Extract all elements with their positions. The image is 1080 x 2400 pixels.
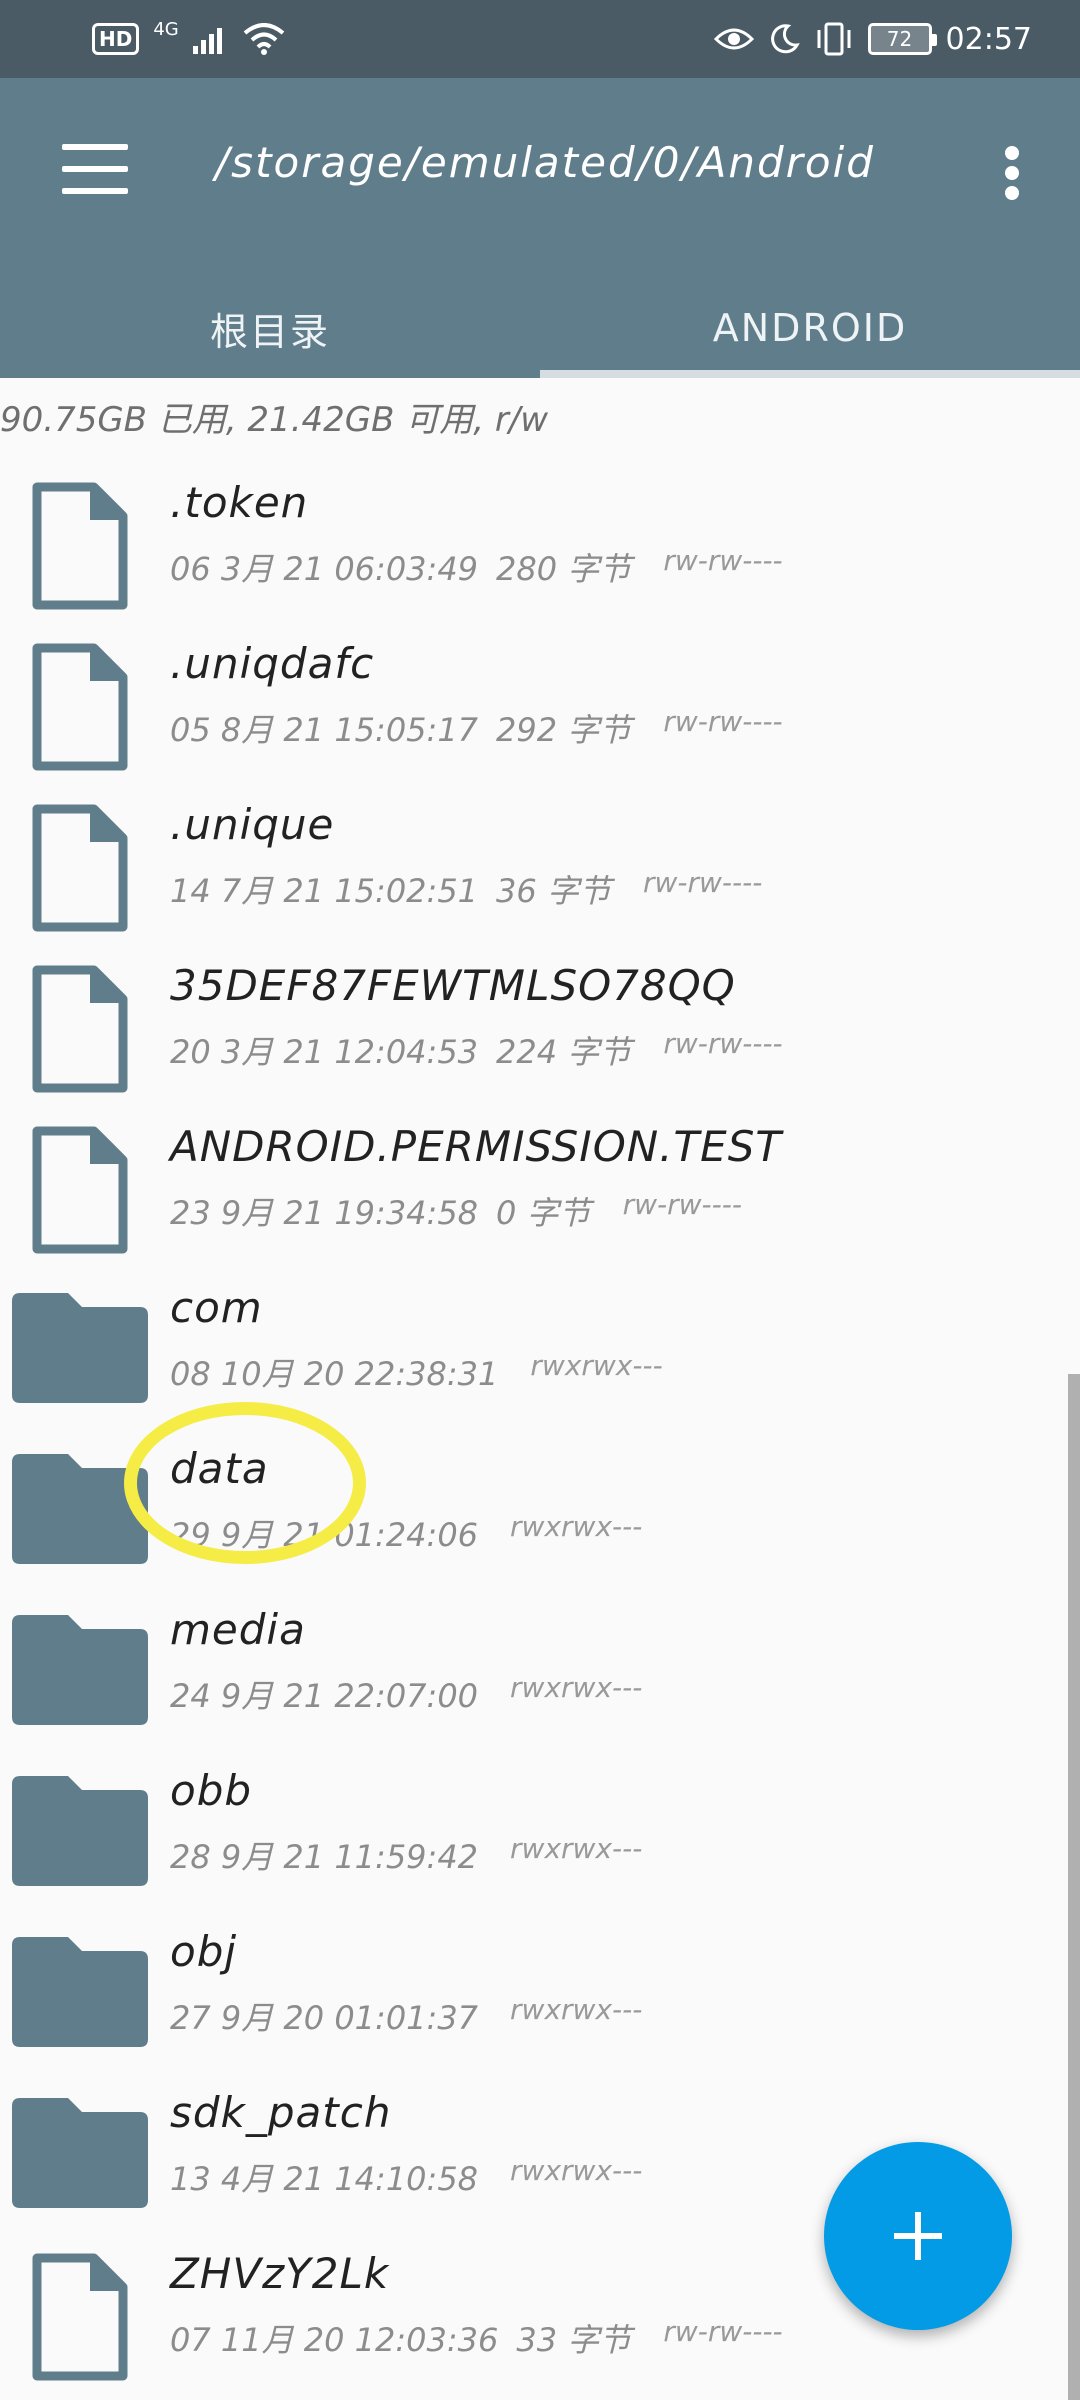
item-permissions: rw-rw----	[663, 544, 783, 577]
file-icon	[32, 2253, 128, 2381]
item-name: ANDROID.PERMISSION.TEST	[170, 1122, 783, 1171]
item-permissions: rwxrwx---	[510, 1671, 643, 1704]
file-list: .token 06 3月 21 06:03:49 280 字节 rw-rw---- .u…	[0, 460, 1080, 2392]
wifi-icon	[243, 23, 285, 55]
more-options-icon[interactable]	[1000, 146, 1024, 202]
file-row[interactable]: 35DEF87FEWTMLSO78QQ 20 3月 21 12:04:53 224 …	[0, 943, 1080, 1104]
item-size: 36 字节	[496, 872, 611, 910]
item-meta: 07 11月 20 12:03:36 33 字节 rw-rw----	[170, 2315, 783, 2361]
item-permissions: rw-rw----	[663, 1027, 783, 1060]
item-name: sdk_patch	[170, 2088, 392, 2137]
item-date: 29 9月 21 01:24:06	[170, 1516, 479, 1554]
item-name: 35DEF87FEWTMLSO78QQ	[170, 961, 736, 1010]
folder-row[interactable]: media 24 9月 21 22:07:00 rwxrwx---	[0, 1587, 1080, 1748]
item-name: .uniqdafc	[170, 639, 375, 688]
item-date: 07 11月 20 12:03:36	[170, 2321, 499, 2359]
moon-icon	[770, 24, 800, 54]
battery-icon: 72	[867, 23, 937, 55]
folder-row[interactable]: obb 28 9月 21 11:59:42 rwxrwx---	[0, 1748, 1080, 1909]
tab-bar: 根目录 ANDROID	[0, 278, 1080, 378]
item-date: 13 4月 21 14:10:58	[170, 2160, 479, 2198]
folder-icon	[12, 1454, 148, 1564]
item-name: data	[170, 1444, 269, 1493]
file-row[interactable]: ANDROID.PERMISSION.TEST 23 9月 21 19:34:58…	[0, 1104, 1080, 1265]
item-meta: 13 4月 21 14:10:58 rwxrwx---	[170, 2154, 642, 2200]
folder-icon	[12, 1776, 148, 1886]
app-bar: /storage/emulated/0/Android 根目录 ANDROID	[0, 78, 1080, 378]
item-meta: 05 8月 21 15:05:17 292 字节 rw-rw----	[170, 705, 783, 751]
tab-android[interactable]: ANDROID	[540, 278, 1080, 378]
item-permissions: rwxrwx---	[510, 1832, 643, 1865]
item-meta: 20 3月 21 12:04:53 224 字节 rw-rw----	[170, 1027, 783, 1073]
clock-text: 02:57	[945, 21, 1032, 57]
storage-info-text: 90.75GB 已用, 21.42GB 可用, r/w	[0, 400, 549, 440]
file-manager-screen: HD 4G 72 02:57 /storage/emulated/0/Andro…	[0, 0, 1080, 2400]
file-icon	[32, 482, 128, 610]
item-permissions: rw-rw----	[663, 2315, 783, 2348]
item-meta: 27 9月 20 01:01:37 rwxrwx---	[170, 1993, 642, 2039]
item-size: 33 字节	[516, 2321, 632, 2359]
file-icon	[32, 804, 128, 932]
item-permissions: rw-rw----	[663, 705, 783, 738]
file-row[interactable]: .unique 14 7月 21 15:02:51 36 字节 rw-rw----	[0, 782, 1080, 943]
file-icon	[32, 1126, 128, 1254]
folder-row[interactable]: com 08 10月 20 22:38:31 rwxrwx---	[0, 1265, 1080, 1426]
item-date: 23 9月 21 19:34:58	[170, 1194, 479, 1232]
item-date: 05 8月 21 15:05:17	[170, 711, 479, 749]
item-date: 06 3月 21 06:03:49	[170, 550, 479, 588]
folder-row[interactable]: obj 27 9月 20 01:01:37 rwxrwx---	[0, 1909, 1080, 2070]
item-name: obj	[170, 1927, 238, 1976]
file-icon	[32, 643, 128, 771]
item-meta: 28 9月 21 11:59:42 rwxrwx---	[170, 1832, 642, 1878]
scrollbar[interactable]	[1068, 1374, 1080, 2400]
folder-row[interactable]: data 29 9月 21 01:24:06 rwxrwx---	[0, 1426, 1080, 1587]
item-size: 0 字节	[496, 1194, 591, 1232]
item-date: 14 7月 21 15:02:51	[170, 872, 479, 910]
item-permissions: rwxrwx---	[530, 1349, 663, 1382]
item-name: .unique	[170, 800, 335, 849]
item-permissions: rw-rw----	[622, 1188, 742, 1221]
item-name: com	[170, 1283, 263, 1332]
item-date: 28 9月 21 11:59:42	[170, 1838, 479, 1876]
signal-icon	[192, 28, 222, 54]
item-permissions: rwxrwx---	[510, 1510, 643, 1543]
folder-icon	[12, 1937, 148, 2047]
item-name: .token	[170, 478, 309, 527]
item-permissions: rw-rw----	[642, 866, 763, 899]
file-row[interactable]: .token 06 3月 21 06:03:49 280 字节 rw-rw----	[0, 460, 1080, 621]
eye-comfort-icon	[713, 28, 754, 50]
network-type-label: 4G	[153, 18, 179, 40]
item-meta: 24 9月 21 22:07:00 rwxrwx---	[170, 1671, 642, 1717]
folder-icon	[12, 1615, 148, 1725]
item-meta: 14 7月 21 15:02:51 36 字节 rw-rw----	[170, 866, 762, 912]
item-meta: 08 10月 20 22:38:31 rwxrwx---	[170, 1349, 663, 1395]
item-name: ZHVzY2Lk	[170, 2249, 390, 2298]
vibrate-icon	[817, 22, 851, 56]
add-fab-button[interactable]	[824, 2142, 1012, 2330]
current-path-title: /storage/emulated/0/Android	[215, 138, 875, 187]
item-date: 08 10月 20 22:38:31	[170, 1355, 499, 1393]
item-permissions: rwxrwx---	[510, 2154, 643, 2187]
item-size: 280 字节	[496, 550, 632, 588]
tab-root[interactable]: 根目录	[0, 278, 540, 378]
menu-icon[interactable]	[62, 144, 128, 194]
item-meta: 29 9月 21 01:24:06 rwxrwx---	[170, 1510, 642, 1556]
item-permissions: rwxrwx---	[510, 1993, 643, 2026]
item-name: obb	[170, 1766, 253, 1815]
file-row[interactable]: .uniqdafc 05 8月 21 15:05:17 292 字节 rw-rw---…	[0, 621, 1080, 782]
file-icon	[32, 965, 128, 1093]
item-name: media	[170, 1605, 306, 1654]
item-date: 20 3月 21 12:04:53	[170, 1033, 479, 1071]
folder-icon	[12, 2098, 148, 2208]
folder-icon	[12, 1293, 148, 1403]
item-date: 24 9月 21 22:07:00	[170, 1677, 479, 1715]
item-meta: 23 9月 21 19:34:58 0 字节 rw-rw----	[170, 1188, 742, 1234]
status-bar: HD 4G 72 02:57	[0, 0, 1080, 78]
item-size: 292 字节	[496, 711, 632, 749]
item-meta: 06 3月 21 06:03:49 280 字节 rw-rw----	[170, 544, 783, 590]
item-date: 27 9月 20 01:01:37	[170, 1999, 479, 2037]
hd-badge: HD	[92, 23, 140, 55]
item-size: 224 字节	[496, 1033, 632, 1071]
